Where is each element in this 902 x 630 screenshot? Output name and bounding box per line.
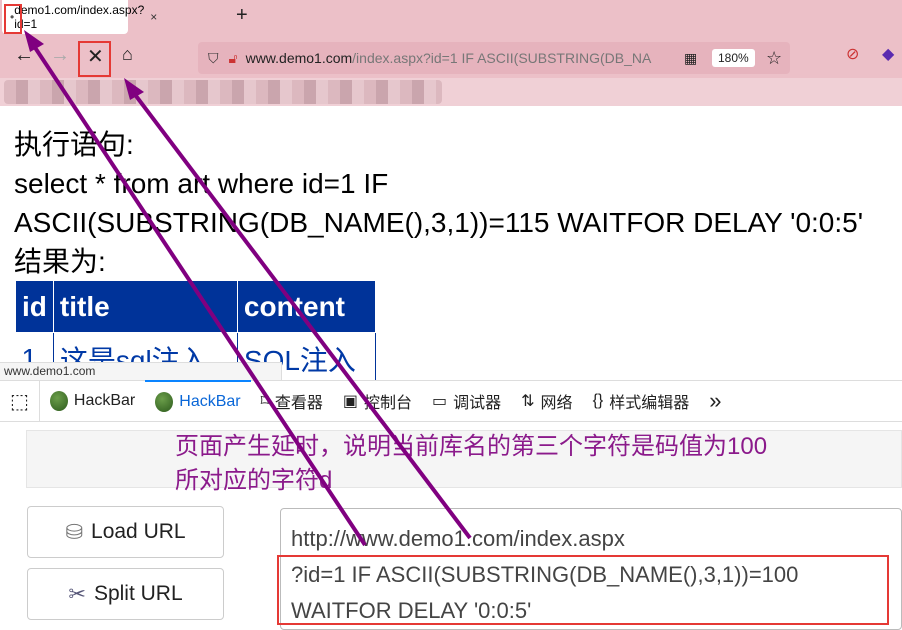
load-icon: ⛁ [65, 520, 84, 544]
shield-icon: ⛉ [208, 49, 219, 66]
tab-label: 控制台 [363, 395, 412, 412]
forward-icon[interactable]: → [50, 44, 70, 67]
sql-line: select * from art where id=1 IF [14, 168, 389, 199]
header-title: title [52, 280, 238, 333]
bookmark-star-icon[interactable]: ☆ [766, 48, 782, 69]
devtools-toolbar: ⬚ HackBar HackBar ⌑ 查看器 ▣ 控制台 ▭ 调试器 ⇅ 网络 {} 样… [0, 380, 902, 422]
debugger-icon: ▭ [432, 393, 448, 410]
annotation-line: 页面产生延时，说明当前库名的第三个字符是码值为100 [175, 433, 768, 460]
tab-inspector[interactable]: ⌑ 查看器 [251, 380, 333, 422]
tab-hackbar[interactable]: HackBar [40, 380, 145, 422]
nav-toolbar: ← → ✕ ⌂ ⛉ 🔓︎ www.demo1.com/index.aspx?id… [0, 34, 902, 78]
url-line: http://www.demo1.com/index.aspx [291, 526, 625, 551]
highlight-box [78, 41, 111, 77]
element-picker-icon[interactable]: ⬚ [0, 380, 40, 422]
load-url-button[interactable]: ⛁ Load URL [27, 506, 224, 558]
table-header: id title content [15, 280, 376, 333]
tab-close-icon[interactable]: × [150, 10, 157, 24]
result-label: 结果为: [14, 246, 106, 277]
sql-line: ASCII(SUBSTRING(DB_NAME(),3,1))=115 WAIT… [14, 207, 864, 238]
split-url-button[interactable]: ✂ Split URL [27, 568, 224, 620]
tab-console[interactable]: ▣ 控制台 [333, 380, 422, 422]
tab-title: demo1.com/index.aspx?id=1 [14, 3, 145, 31]
page-content: 执行语句: select * from art where id=1 IF AS… [14, 125, 863, 281]
tab-label: 查看器 [274, 395, 323, 412]
inspector-icon: ⌑ [260, 393, 269, 410]
status-bar: www.demo1.com [0, 362, 282, 380]
tab-label: 样式编辑器 [609, 395, 690, 412]
url-bar[interactable]: ⛉ 🔓︎ www.demo1.com/index.aspx?id=1 IF AS… [198, 42, 790, 74]
zoom-level[interactable]: 180% [712, 49, 755, 67]
url-path: /index.aspx?id=1 IF ASCII(SUBSTRING(DB_N… [352, 50, 652, 66]
statement-label: 执行语句: [14, 129, 134, 160]
insecure-lock-icon: 🔓︎ [228, 49, 238, 66]
highlight-box [4, 4, 22, 34]
tab-label: 调试器 [453, 395, 502, 412]
tab-label: HackBar [73, 392, 136, 409]
hackbar-icon [49, 391, 68, 411]
tab-label: HackBar [179, 393, 241, 410]
blurred-bookmarks [4, 80, 442, 104]
tab-bar: • demo1.com/index.aspx?id=1 × + [0, 0, 902, 34]
braces-icon: {} [592, 392, 604, 409]
tab-style-editor[interactable]: {} 样式编辑器 [583, 380, 700, 422]
url-host: www.demo1.com [245, 50, 353, 66]
network-icon: ⇅ [521, 393, 535, 410]
annotation: 页面产生延时，说明当前库名的第三个字符是码值为100 所对应的字符d [175, 430, 767, 498]
qr-code-icon[interactable]: ▦ [684, 50, 697, 67]
bookmarks-bar [0, 78, 902, 106]
extension-icon[interactable]: ⊘ [846, 44, 859, 64]
tab-network[interactable]: ⇅ 网络 [511, 380, 582, 422]
button-label: Split URL [93, 582, 183, 605]
hackbar-icon [155, 392, 174, 412]
scissors-icon: ✂ [68, 582, 86, 606]
header-id: id [15, 280, 54, 333]
back-icon[interactable]: ← [14, 44, 34, 67]
home-icon[interactable]: ⌂ [122, 44, 133, 65]
tab-label: 网络 [540, 395, 573, 412]
tab-hackbar-active[interactable]: HackBar [145, 380, 251, 422]
annotation-line: 所对应的字符d [175, 467, 333, 494]
button-label: Load URL [91, 520, 186, 543]
tab-debugger[interactable]: ▭ 调试器 [422, 380, 511, 422]
extension-badge-icon[interactable]: ◆ [882, 44, 894, 64]
header-content: content [236, 280, 376, 333]
highlight-box [277, 555, 889, 625]
more-tabs-icon[interactable]: » [699, 380, 731, 422]
console-icon: ▣ [342, 393, 358, 410]
new-tab-button[interactable]: + [236, 4, 248, 27]
